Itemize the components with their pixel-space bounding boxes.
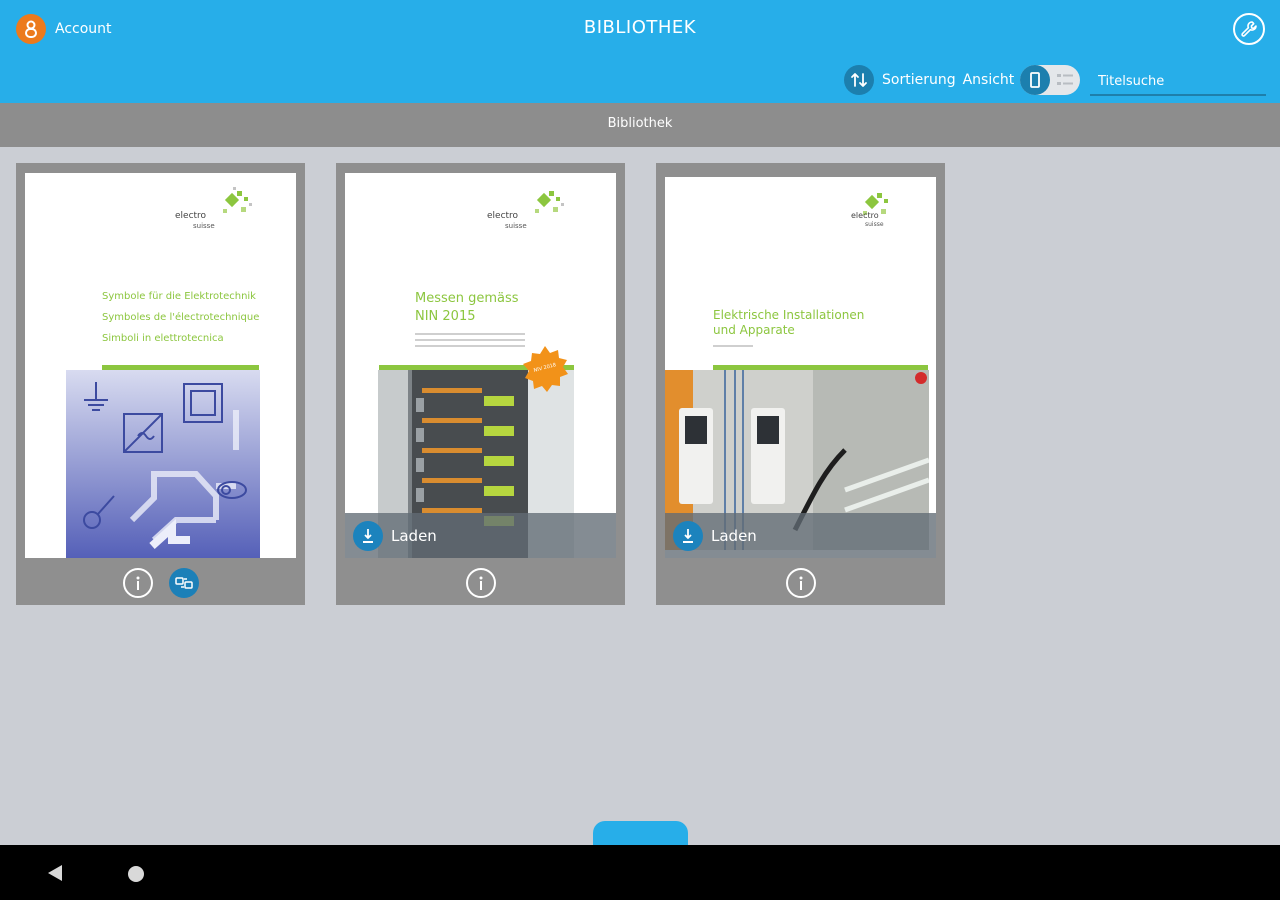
brand-name: electro: [487, 211, 519, 221]
book-title-line: Elektrische Installationen: [713, 308, 865, 322]
book-cover[interactable]: electro suisse Symbole für die Elektrote…: [25, 173, 296, 558]
back-icon[interactable]: [47, 864, 63, 882]
book-title-line: Symboles de l'électrotechnique: [102, 312, 260, 323]
page-title: BIBLIOTHEK: [583, 17, 697, 38]
top-app-bar: Account BIBLIOTHEK Sortierung Ansicht: [0, 0, 1280, 103]
book-cover[interactable]: electro suisse Messen gemäss NIN 2015 NI…: [345, 173, 616, 558]
brand-name: electro: [851, 211, 879, 220]
info-icon[interactable]: [122, 568, 153, 598]
grid-view-icon: [1020, 65, 1051, 95]
view-label: Ansicht: [962, 72, 1015, 88]
info-icon[interactable]: [785, 568, 816, 598]
sync-icon[interactable]: [168, 568, 199, 598]
cover-illustration: [66, 370, 260, 558]
download-icon: [353, 521, 383, 551]
book-title-line: und Apparate: [713, 323, 795, 337]
info-icon[interactable]: [465, 568, 496, 598]
subtitle-line: [415, 339, 525, 341]
brand-subname: suisse: [865, 221, 884, 228]
wrench-icon[interactable]: [1233, 13, 1265, 45]
title-search: [1090, 68, 1266, 96]
card-actions: [16, 561, 305, 605]
subtitle-line: [415, 345, 525, 347]
load-label: Laden: [391, 527, 437, 545]
book-cover[interactable]: electro suisse Elektrische Installatione…: [665, 177, 936, 558]
card-actions: [656, 561, 945, 605]
sort-label[interactable]: Sortierung: [882, 72, 956, 88]
load-button[interactable]: Laden: [345, 513, 616, 558]
search-input[interactable]: [1090, 68, 1266, 94]
book-title-line: NIN 2015: [415, 309, 476, 324]
book-card: electro suisse Messen gemäss NIN 2015 NI…: [336, 163, 625, 605]
subtitle-line: [713, 345, 753, 347]
brand-logo-icon: [223, 187, 252, 213]
toolbar: Sortierung Ansicht: [844, 63, 1081, 97]
brand-name: electro: [175, 211, 207, 221]
section-title: Bibliothek: [607, 116, 673, 131]
sort-icon[interactable]: [844, 65, 874, 95]
home-icon[interactable]: [128, 866, 144, 882]
section-header: Bibliothek: [0, 103, 1280, 147]
download-icon: [673, 521, 703, 551]
brand-logo-icon: [535, 191, 564, 213]
load-label: Laden: [711, 527, 757, 545]
book-card: electro suisse Symbole für die Elektrote…: [16, 163, 305, 605]
brand-subname: suisse: [505, 222, 527, 230]
view-toggle[interactable]: [1020, 65, 1081, 95]
system-nav-bar: [0, 845, 1280, 900]
book-title-line: Symbole für die Elektrotechnik: [102, 291, 256, 302]
book-card: electro suisse Elektrische Installatione…: [656, 163, 945, 605]
book-title-line: Messen gemäss: [415, 291, 519, 306]
book-title-line: Simboli in elettrotecnica: [102, 333, 224, 344]
load-button[interactable]: Laden: [665, 513, 936, 558]
list-view-icon: [1057, 74, 1074, 85]
subtitle-line: [415, 333, 525, 335]
brand-subname: suisse: [193, 222, 215, 230]
card-actions: [336, 561, 625, 605]
